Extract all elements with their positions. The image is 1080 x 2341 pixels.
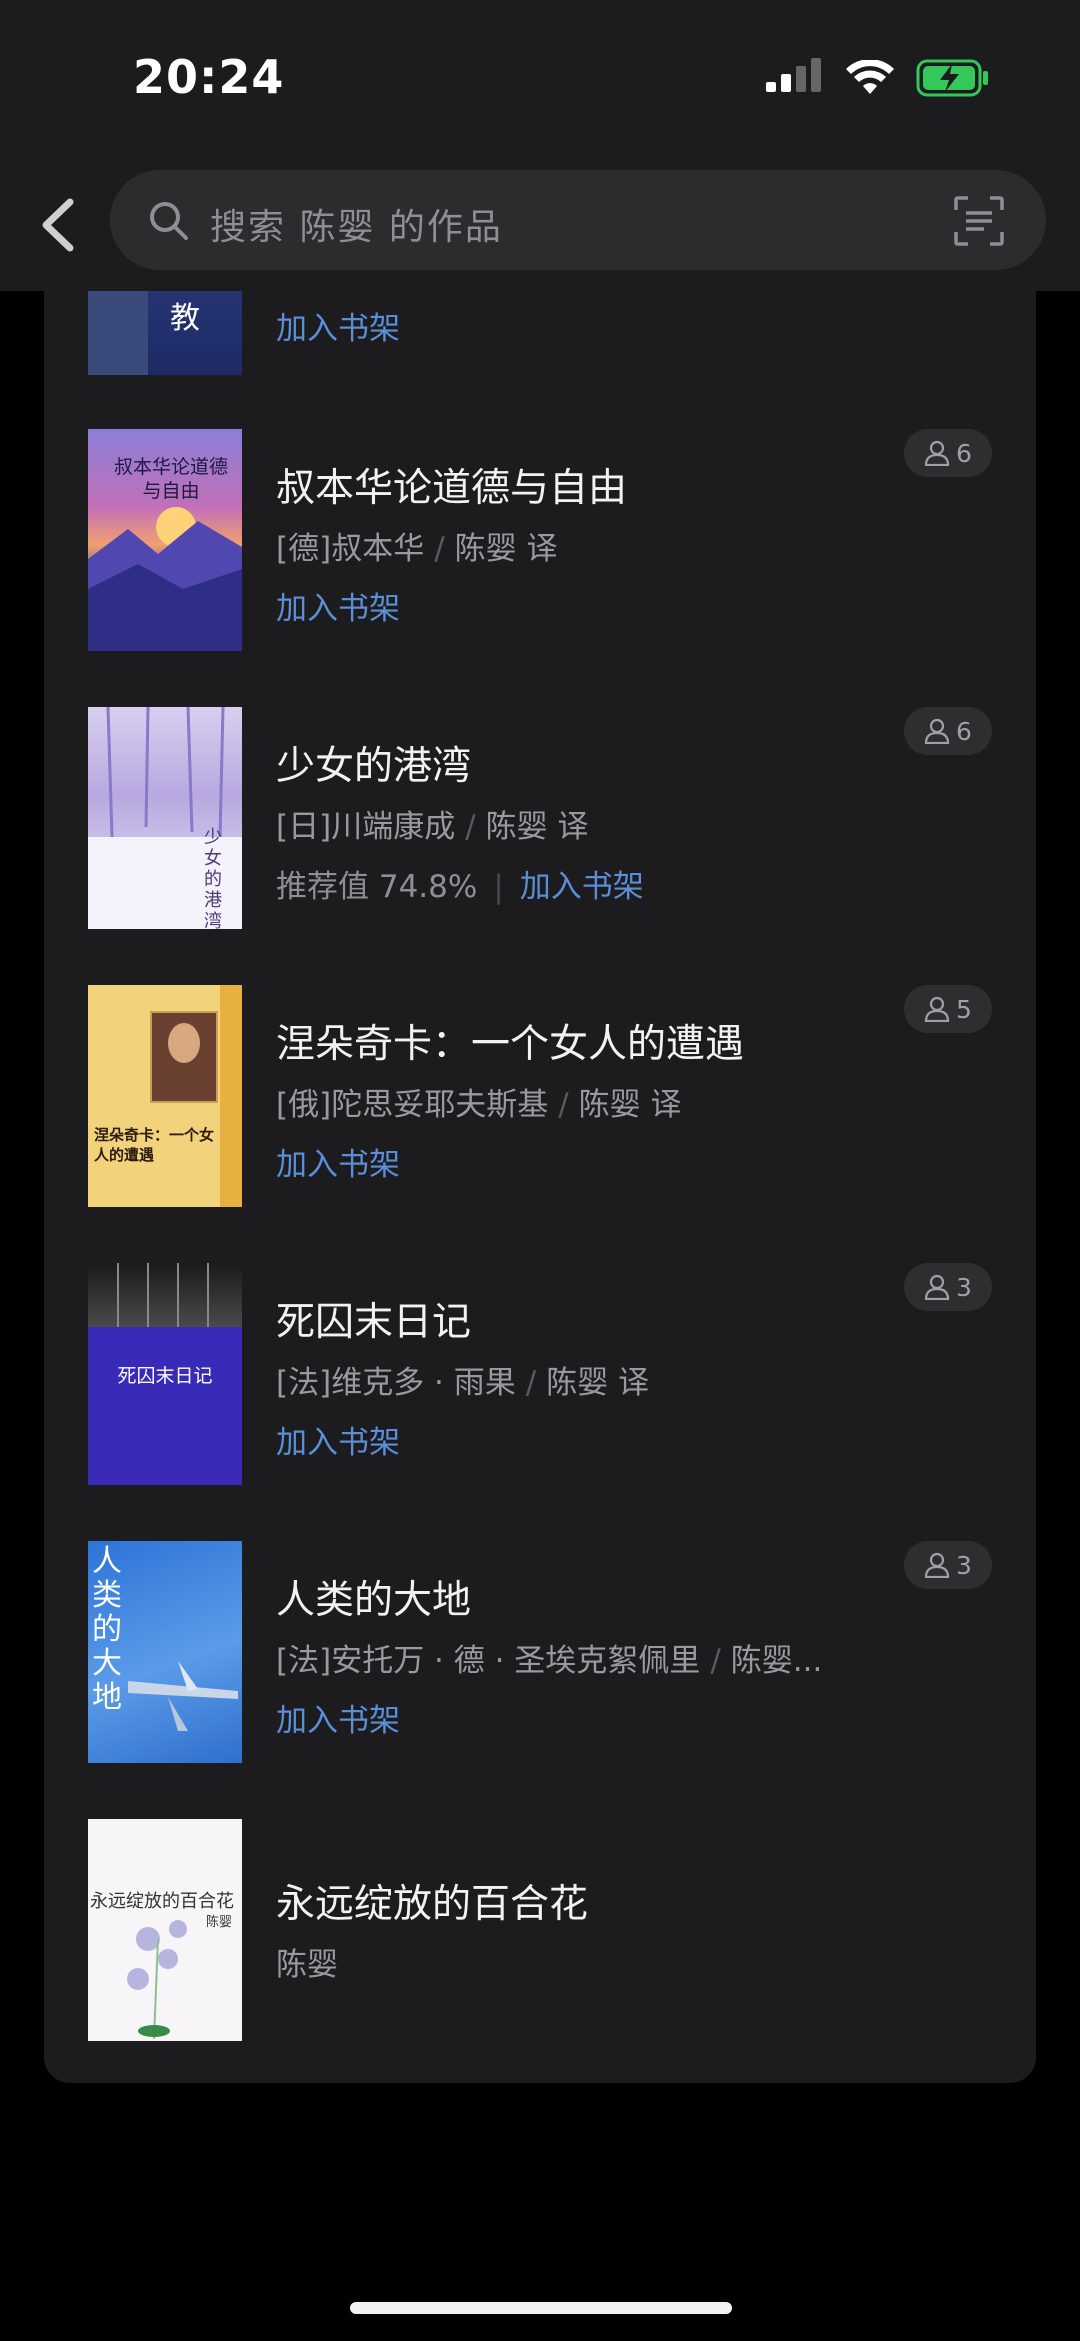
add-to-shelf-link[interactable]: 加入书架 xyxy=(276,1139,400,1184)
add-to-shelf-link[interactable]: 加入书架 xyxy=(276,1695,400,1740)
add-to-shelf-link[interactable]: 加入书架 xyxy=(520,869,644,905)
cellular-signal-icon xyxy=(766,58,821,92)
list-item[interactable]: 永远绽放的百合花 陈婴 永远绽放的百合花 陈婴 xyxy=(44,1819,1036,2049)
book-author: [俄]陀思妥耶夫斯基 / 陈婴 译 xyxy=(276,1087,682,1123)
add-to-shelf-link[interactable]: 加入书架 xyxy=(276,583,400,628)
list-item[interactable]: 少女的港湾 少女的港湾 [日]川端康成 / 陈婴 译 推荐值 74.8% | 加入书架 … xyxy=(44,707,1036,937)
book-title: 永远绽放的百合花 xyxy=(276,1882,589,1927)
list-item[interactable]: 涅朵奇卡：一个女人的遭遇 涅朵奇卡：一个女人的遭遇 [俄]陀思妥耶夫斯基 / 陈婴 … xyxy=(44,985,1036,1215)
book-cover: 教 xyxy=(88,291,242,375)
scan-icon[interactable] xyxy=(952,194,1006,248)
search-input[interactable]: 搜索 陈婴 的作品 xyxy=(110,170,1046,270)
top-bar: 搜索 陈婴 的作品 xyxy=(0,165,1080,291)
person-icon xyxy=(924,1552,950,1578)
readers-badge: 5 xyxy=(904,985,992,1033)
person-icon xyxy=(924,996,950,1022)
works-list: 教 加入书架 叔本华论道德与自由 叔本华论道德与自由 [德]叔本华 / 陈婴 译 加… xyxy=(44,291,1036,2083)
search-icon xyxy=(150,202,188,240)
book-author: [日]川端康成 / 陈婴 译 xyxy=(276,809,589,845)
wifi-icon xyxy=(846,60,894,94)
person-icon xyxy=(924,440,950,466)
book-title: 涅朵奇卡：一个女人的遭遇 xyxy=(276,1022,745,1067)
back-arrow-icon[interactable] xyxy=(30,190,90,260)
list-item[interactable]: 叔本华论道德与自由 叔本华论道德与自由 [德]叔本华 / 陈婴 译 加入书架 6 xyxy=(44,429,1036,659)
status-time: 20:24 xyxy=(133,50,285,104)
status-bar: 20:24 xyxy=(0,0,1080,165)
add-to-shelf-link[interactable]: 加入书架 xyxy=(276,1417,400,1462)
book-cover: 永远绽放的百合花 陈婴 xyxy=(88,1819,242,2041)
readers-badge: 3 xyxy=(904,1263,992,1311)
add-to-shelf-link[interactable]: 加入书架 xyxy=(276,303,400,348)
book-author: [德]叔本华 / 陈婴 译 xyxy=(276,531,558,567)
list-item[interactable]: 死囚末日记 死囚末日记 [法]维克多 · 雨果 / 陈婴 译 加入书架 3 xyxy=(44,1263,1036,1493)
list-item[interactable]: 教 加入书架 xyxy=(44,291,1036,375)
book-cover: 涅朵奇卡：一个女人的遭遇 xyxy=(88,985,242,1207)
book-title: 少女的港湾 xyxy=(276,744,472,789)
readers-badge: 6 xyxy=(904,707,992,755)
book-cover: 少女的港湾 xyxy=(88,707,242,929)
home-indicator[interactable] xyxy=(350,2302,732,2314)
book-author: 陈婴 xyxy=(276,1947,338,1983)
recommend-rating: 推荐值 74.8% xyxy=(276,869,478,905)
list-item[interactable]: 人类的大地 人类的大地 [法]安托万 · 德 · 圣埃克絮佩里 / 陈婴... 加入… xyxy=(44,1541,1036,1771)
book-title: 人类的大地 xyxy=(276,1578,472,1623)
book-cover: 人类的大地 xyxy=(88,1541,242,1763)
readers-badge: 3 xyxy=(904,1541,992,1589)
book-author: [法]维克多 · 雨果 / 陈婴 译 xyxy=(276,1365,650,1401)
book-cover: 死囚末日记 xyxy=(88,1263,242,1485)
person-icon xyxy=(924,1274,950,1300)
book-title: 死囚末日记 xyxy=(276,1300,472,1345)
person-icon xyxy=(924,718,950,744)
book-title: 叔本华论道德与自由 xyxy=(276,466,628,511)
search-placeholder: 搜索 陈婴 的作品 xyxy=(210,207,503,248)
book-cover: 叔本华论道德与自由 xyxy=(88,429,242,651)
readers-badge: 6 xyxy=(904,429,992,477)
battery-charging-icon xyxy=(916,59,988,97)
book-author: [法]安托万 · 德 · 圣埃克絮佩里 / 陈婴... xyxy=(276,1643,823,1679)
